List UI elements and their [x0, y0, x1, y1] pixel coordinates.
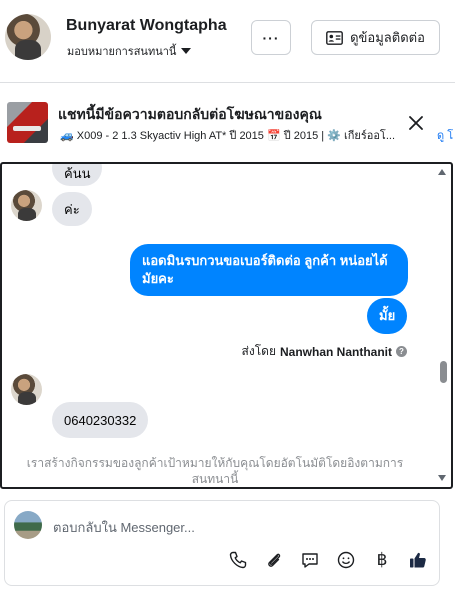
view-contact-button[interactable]: ดูข้อมูลติดต่อ [311, 20, 440, 55]
like-button[interactable] [407, 549, 429, 571]
customer-avatar-small [11, 190, 42, 221]
auto-activity-note: เราสร้างกิจกรรมของลูกค้าเป้าหมายให้กับคุ… [26, 456, 404, 486]
message-bubble-incoming: ค้นน [52, 164, 103, 186]
message-bubble-outgoing: แอดมินรบกวนขอเบอร์ติดต่อ ลูกค้า หน่อยได้… [130, 244, 408, 296]
contact-card-icon [326, 30, 343, 45]
customer-avatar[interactable] [5, 14, 51, 60]
message-thread: ค้นน ค่ะ แอดมินรบกวนขอเบอร์ติดต่อ ลูกค้า… [0, 162, 453, 489]
view-contact-label: ดูข้อมูลติดต่อ [350, 30, 425, 45]
message-bubble-incoming: ค่ะ [52, 192, 92, 226]
sent-by-line: ส่งโดย Nanwhan Nanthanit ? [242, 342, 407, 361]
saved-replies-button[interactable] [299, 549, 321, 571]
more-options-button[interactable]: ··· [251, 20, 291, 55]
chat-bubble-icon [302, 553, 318, 568]
phone-icon [229, 551, 247, 569]
paperclip-icon [268, 553, 281, 567]
call-button[interactable] [227, 549, 249, 571]
info-icon[interactable]: ? [396, 346, 407, 357]
message-text: มั้ย [379, 308, 396, 323]
composer-toolbar: ฿ [227, 549, 429, 571]
message-text: ค้นน [64, 165, 91, 181]
conversation-header: Bunyarat Wongtapha มอบหมายการสนทนานี้ ··… [0, 0, 455, 83]
reply-input[interactable]: ตอบกลับใน Messenger... [53, 517, 195, 538]
scroll-up-arrow[interactable] [438, 169, 446, 175]
assign-conversation-label: มอบหมายการสนทนานี้ [67, 46, 177, 58]
close-icon[interactable] [406, 113, 426, 133]
view-ad-link[interactable]: ดู โ [437, 126, 453, 144]
customer-avatar-small [11, 374, 42, 405]
emoji-button[interactable] [335, 549, 357, 571]
assign-conversation-dropdown[interactable]: มอบหมายการสนทนานี้ [67, 42, 192, 60]
ad-reply-banner: แชทนี้มีข้อความตอบกลับต่อโฆษณาของคุณ 🚙 X… [0, 84, 455, 162]
attach-button[interactable] [263, 549, 285, 571]
message-bubble-outgoing: มั้ย [367, 298, 408, 334]
message-bubble-incoming: 0640230332 [52, 402, 149, 438]
customer-name[interactable]: Bunyarat Wongtapha [66, 17, 227, 35]
message-text: 0640230332 [64, 412, 137, 428]
scrollbar-thumb[interactable] [440, 361, 447, 383]
chevron-down-icon [181, 48, 192, 54]
thumbs-up-icon [410, 552, 426, 568]
smiley-icon [337, 551, 355, 569]
sent-by-prefix: ส่งโดย [241, 344, 276, 358]
ad-thumbnail[interactable] [7, 102, 48, 143]
reply-composer[interactable]: ตอบกลับใน Messenger... ฿ [4, 500, 440, 586]
message-text: แอดมินรบกวนขอเบอร์ติดต่อ ลูกค้า หน่อยได้… [142, 253, 388, 286]
page-avatar [14, 511, 42, 539]
ad-banner-details: 🚙 X009 - 2 1.3 Skyactiv High AT* ปี 2015… [60, 130, 396, 142]
ad-banner-title: แชทนี้มีข้อความตอบกลับต่อโฆษณาของคุณ [58, 106, 322, 122]
sent-by-name: Nanwhan Nanthanit [279, 344, 392, 359]
message-text: ค่ะ [64, 201, 80, 217]
payment-button[interactable]: ฿ [371, 549, 393, 571]
scroll-down-arrow[interactable] [438, 475, 446, 481]
baht-icon: ฿ [376, 550, 388, 569]
